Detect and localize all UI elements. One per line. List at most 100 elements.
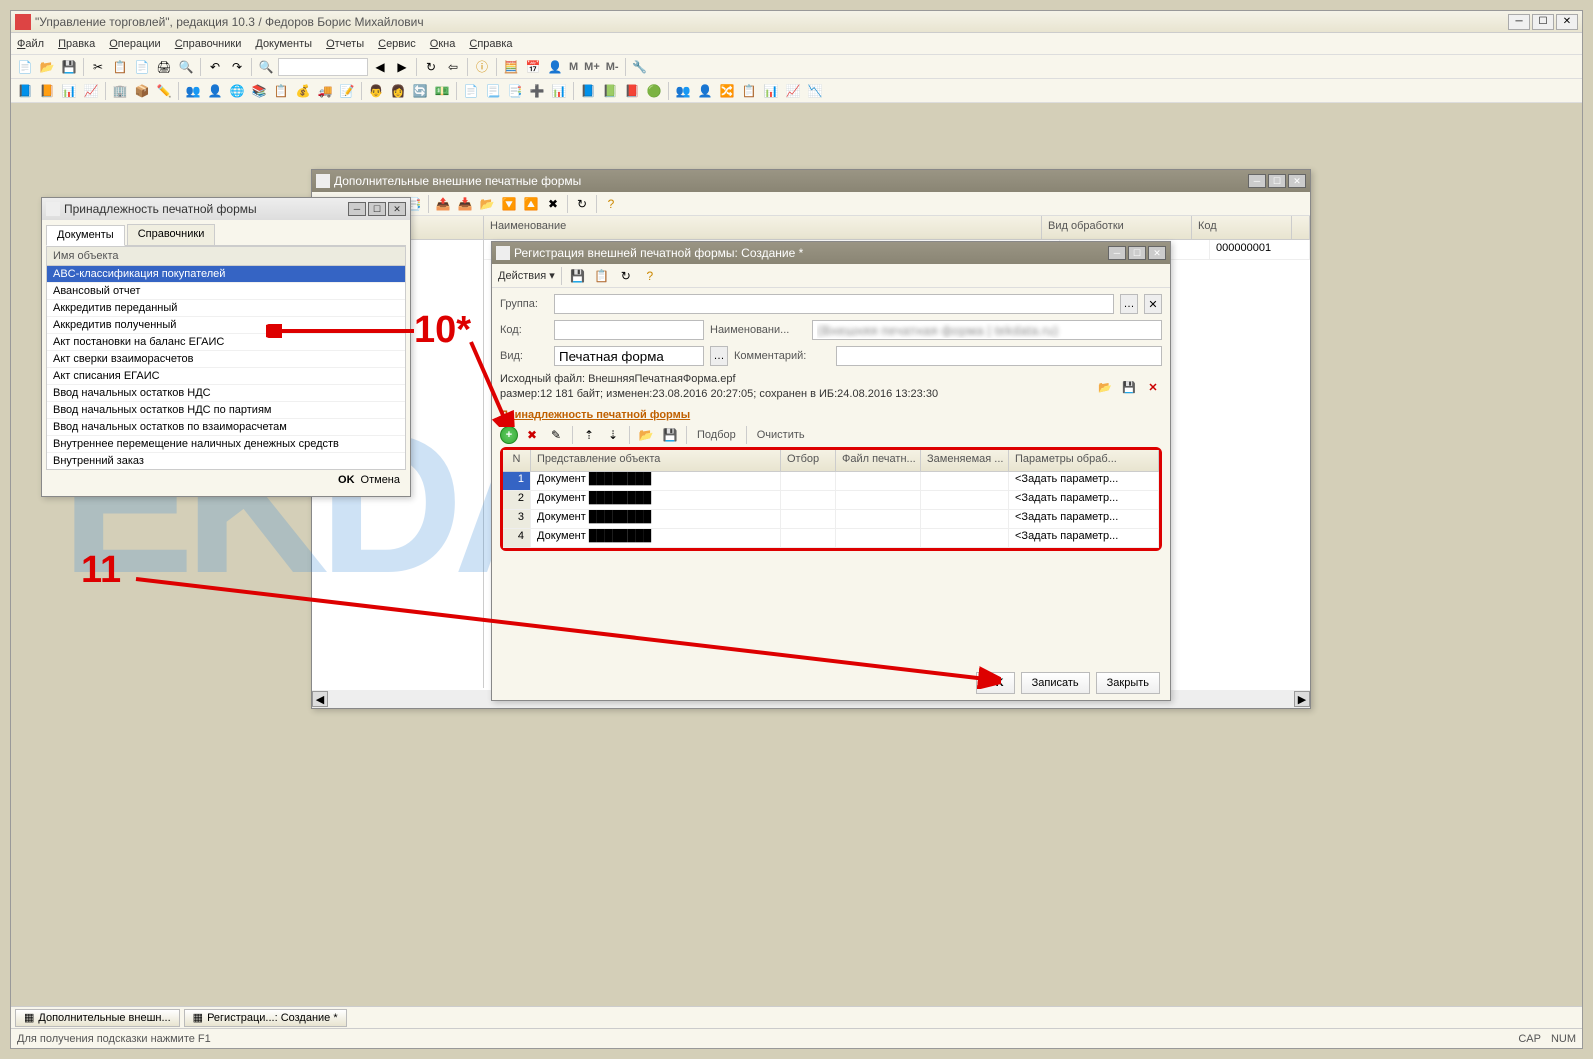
bt-col-filter[interactable]: Отбор — [781, 450, 836, 471]
calendar-icon[interactable]: 📅 — [523, 57, 543, 77]
ext-minimize-button[interactable]: ─ — [1248, 174, 1266, 188]
bt-col-repr[interactable]: Представление объекта — [531, 450, 781, 471]
menu-windows[interactable]: Окна — [430, 38, 456, 50]
tb2-icon-7[interactable]: ✏️ — [154, 81, 174, 101]
ext-refresh-icon[interactable]: ↻ — [572, 194, 592, 214]
belong-delete-icon[interactable]: ✖ — [522, 425, 542, 445]
menu-refs[interactable]: Справочники — [175, 38, 242, 50]
tb2-icon-26[interactable]: 📗 — [600, 81, 620, 101]
menu-help[interactable]: Справка — [469, 38, 512, 50]
group-clear-button[interactable]: ✕ — [1144, 294, 1162, 314]
kind-input[interactable] — [554, 346, 704, 366]
menu-file[interactable]: Файл — [17, 38, 44, 50]
ext-close-button[interactable]: ✕ — [1288, 174, 1306, 188]
ext-tree-icon[interactable]: 📂 — [477, 194, 497, 214]
tb2-icon-18[interactable]: 🔄 — [410, 81, 430, 101]
tb2-icon-5[interactable]: 🏢 — [110, 81, 130, 101]
belong-add-button[interactable]: + — [500, 426, 518, 444]
tb2-icon-16[interactable]: 👨 — [366, 81, 386, 101]
refresh-icon[interactable]: ↻ — [421, 57, 441, 77]
redo-icon[interactable]: ↷ — [227, 57, 247, 77]
menu-operations[interactable]: Операции — [109, 38, 160, 50]
search-input[interactable] — [278, 58, 368, 76]
tb2-icon-13[interactable]: 💰 — [293, 81, 313, 101]
reg-close-button2[interactable]: Закрыть — [1096, 672, 1160, 694]
reg-refresh-icon[interactable]: ↻ — [616, 266, 636, 286]
new-icon[interactable]: 📄 — [15, 57, 35, 77]
reg-close-button[interactable]: ✕ — [1148, 246, 1166, 260]
reg-actions-menu[interactable]: Действия ▾ — [498, 269, 555, 282]
group-input[interactable] — [554, 294, 1114, 314]
nav-prev-icon[interactable]: ◀ — [370, 57, 390, 77]
sel-item-9[interactable]: Ввод начальных остатков по взаиморасчета… — [47, 419, 405, 436]
ext-col-name[interactable]: Наименование — [484, 216, 1042, 239]
belong-edit-icon[interactable]: ✎ — [546, 425, 566, 445]
tb2-icon-8[interactable]: 👥 — [183, 81, 203, 101]
reg-maximize-button[interactable]: ☐ — [1128, 246, 1146, 260]
undo-icon[interactable]: ↶ — [205, 57, 225, 77]
scroll-right-icon[interactable]: ▶ — [1294, 691, 1310, 707]
belong-moveup-icon[interactable]: ⇡ — [579, 425, 599, 445]
tb2-icon-12[interactable]: 📋 — [271, 81, 291, 101]
print-icon[interactable]: 🖨 — [154, 57, 174, 77]
ext-col-code[interactable]: Код — [1192, 216, 1292, 239]
task-tab-2[interactable]: ▦Регистраци...: Создание * — [184, 1009, 347, 1027]
close-button[interactable]: ✕ — [1556, 14, 1578, 30]
group-select-button[interactable]: … — [1120, 294, 1138, 314]
memory-m[interactable]: M — [567, 61, 580, 73]
reg-save-icon[interactable]: 💾 — [568, 266, 588, 286]
bt-row-1[interactable]: 1 Документ ████████ <Задать параметр... — [503, 472, 1159, 491]
tb2-icon-25[interactable]: 📘 — [578, 81, 598, 101]
file-save-icon[interactable]: 💾 — [1120, 378, 1138, 396]
ext-moveup-icon[interactable]: 📤 — [433, 194, 453, 214]
sel-item-10[interactable]: Внутреннее перемещение наличных денежных… — [47, 436, 405, 453]
name-input[interactable] — [812, 320, 1162, 340]
menu-service[interactable]: Сервис — [378, 38, 416, 50]
search-icon[interactable]: 🔍 — [256, 57, 276, 77]
reg-apply-icon[interactable]: 📋 — [592, 266, 612, 286]
tb2-icon-28[interactable]: 🟢 — [644, 81, 664, 101]
clear-link[interactable]: Очистить — [753, 429, 809, 441]
tb2-icon-21[interactable]: 📃 — [483, 81, 503, 101]
ext-titlebar[interactable]: Дополнительные внешние печатные формы ─ … — [312, 170, 1310, 192]
tb2-icon-35[interactable]: 📉 — [805, 81, 825, 101]
print-preview-icon[interactable]: 🔍 — [176, 57, 196, 77]
tb2-icon-32[interactable]: 📋 — [739, 81, 759, 101]
sel-ok-button[interactable]: OK — [338, 474, 355, 486]
bt-row-2[interactable]: 2 Документ ████████ <Задать параметр... — [503, 491, 1159, 510]
tb2-icon-23[interactable]: ➕ — [527, 81, 547, 101]
tb2-icon-15[interactable]: 📝 — [337, 81, 357, 101]
tb2-icon-30[interactable]: 👤 — [695, 81, 715, 101]
save-icon[interactable]: 💾 — [59, 57, 79, 77]
tb2-icon-31[interactable]: 🔀 — [717, 81, 737, 101]
tb2-icon-20[interactable]: 📄 — [461, 81, 481, 101]
tb2-icon-14[interactable]: 🚚 — [315, 81, 335, 101]
tb2-icon-11[interactable]: 📚 — [249, 81, 269, 101]
reg-titlebar[interactable]: Регистрация внешней печатной формы: Созд… — [492, 242, 1170, 264]
info-icon[interactable]: ⓘ — [472, 57, 492, 77]
tb2-icon-10[interactable]: 🌐 — [227, 81, 247, 101]
tb2-icon-33[interactable]: 📊 — [761, 81, 781, 101]
sel-item-0[interactable]: ABC-классификация покупателей — [47, 266, 405, 283]
ext-filter-icon[interactable]: 🔽 — [499, 194, 519, 214]
cut-icon[interactable]: ✂ — [88, 57, 108, 77]
sel-titlebar[interactable]: Принадлежность печатной формы ─ ☐ ✕ — [42, 198, 410, 220]
reg-help-icon[interactable]: ? — [640, 266, 660, 286]
podbor-link[interactable]: Подбор — [693, 429, 740, 441]
bt-row-4[interactable]: 4 Документ ████████ <Задать параметр... — [503, 529, 1159, 548]
reg-minimize-button[interactable]: ─ — [1108, 246, 1126, 260]
sel-item-6[interactable]: Акт списания ЕГАИС — [47, 368, 405, 385]
maximize-button[interactable]: ☐ — [1532, 14, 1554, 30]
tb2-icon-29[interactable]: 👥 — [673, 81, 693, 101]
tb2-icon-6[interactable]: 📦 — [132, 81, 152, 101]
bt-col-replace[interactable]: Заменяемая ... — [921, 450, 1009, 471]
sel-item-1[interactable]: Авансовый отчет — [47, 283, 405, 300]
ext-clearfilter-icon[interactable]: ✖ — [543, 194, 563, 214]
sel-item-2[interactable]: Аккредитив переданный — [47, 300, 405, 317]
code-input[interactable] — [554, 320, 704, 340]
bt-col-params[interactable]: Параметры обраб... — [1009, 450, 1159, 471]
tb2-icon-22[interactable]: 📑 — [505, 81, 525, 101]
tab-documents[interactable]: Документы — [46, 225, 125, 246]
minimize-button[interactable]: ─ — [1508, 14, 1530, 30]
copy-icon[interactable]: 📋 — [110, 57, 130, 77]
